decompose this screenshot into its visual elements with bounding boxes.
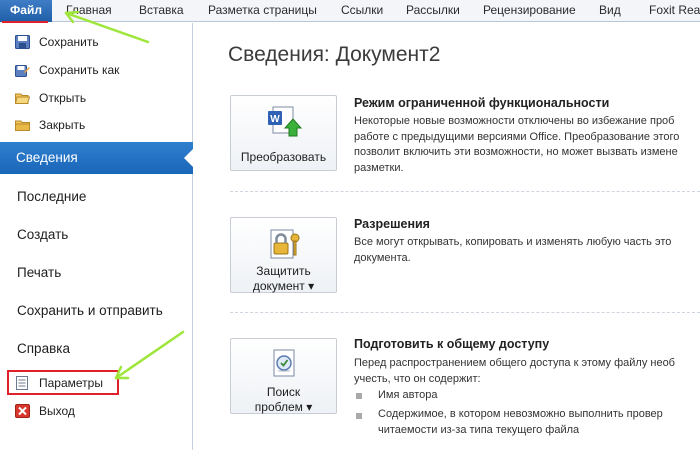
permissions-text: Все могут открывать, копировать и изменя… (354, 235, 700, 266)
restricted-mode-line: позволит включить эти возможности, но мо… (354, 146, 678, 158)
tab-mailings[interactable]: Рассылки (406, 0, 460, 22)
tab-home[interactable]: Главная (66, 0, 112, 22)
page-title: Сведения: Документ2 (228, 43, 441, 66)
info-pane: Сведения: Документ2 W Преобразовать Режи… (194, 23, 700, 450)
nav-item-info-label: Сведения (16, 150, 78, 165)
nav-item-save-and-send[interactable]: Сохранить и отправить (17, 303, 163, 318)
tab-review[interactable]: Рецензирование (483, 0, 576, 22)
convert-document-icon: W (268, 106, 303, 137)
tab-insert[interactable]: Вставка (139, 0, 184, 22)
protect-document-label-2: документ ▾ (252, 279, 315, 293)
save-as-icon (15, 65, 30, 77)
selected-pointer-icon (184, 148, 194, 168)
tab-references[interactable]: Ссылки (341, 0, 383, 22)
tab-view[interactable]: Вид (599, 0, 621, 22)
bullet-marker (356, 393, 362, 399)
nav-item-create[interactable]: Создать (17, 227, 68, 242)
prepare-sharing-line: учесть, что он содержит: (354, 372, 481, 385)
svg-text:W: W (270, 114, 280, 125)
options-highlight-box (7, 370, 119, 395)
restricted-mode-title: Режим ограниченной функциональности (354, 96, 610, 110)
check-issues-label-1: Поиск (266, 385, 301, 399)
nav-item-info[interactable]: Сведения (0, 142, 194, 174)
convert-button[interactable]: W Преобразовать (230, 95, 337, 171)
tab-page-layout[interactable]: Разметка страницы (208, 0, 317, 22)
open-label: Открыть (39, 91, 87, 105)
save-label: Сохранить (39, 35, 99, 49)
prepare-sharing-text: Перед распространением общего доступа к … (354, 356, 700, 387)
protect-document-button[interactable]: Защитить документ ▾ (230, 217, 337, 293)
prepare-sharing-line: Перед распространением общего доступа к … (354, 357, 675, 369)
bullet-line: читаемости из-за типа текущего файла (378, 423, 580, 436)
save-as-label: Сохранить как (39, 63, 120, 77)
exit-label: Выход (39, 404, 75, 418)
tab-file[interactable]: Файл (0, 0, 52, 22)
permissions-line: документа. (354, 251, 411, 264)
protect-document-icon (270, 229, 300, 259)
check-issues-button[interactable]: Поиск проблем ▾ (230, 338, 337, 414)
restricted-mode-line: Некоторые новые возможности отключены во… (354, 115, 675, 127)
permissions-line: Все могут открывать, копировать и изменя… (354, 236, 672, 248)
section-divider (230, 312, 700, 313)
backstage-left-nav: Сохранить Сохранить как Открыть Закрыть … (0, 23, 194, 450)
bullet-line: Содержимое, в котором невозможно выполни… (378, 408, 663, 420)
nav-item-help[interactable]: Справка (17, 341, 70, 356)
check-issues-label-2: проблем ▾ (254, 400, 313, 414)
open-folder-icon (15, 93, 30, 104)
permissions-title: Разрешения (354, 217, 430, 231)
bullet-marker (356, 413, 362, 419)
convert-button-label: Преобразовать (240, 150, 327, 164)
nav-item-print[interactable]: Печать (17, 265, 61, 280)
check-issues-icon (273, 349, 295, 377)
protect-document-label-1: Защитить (256, 264, 311, 278)
nav-item-recent[interactable]: Последние (17, 189, 86, 204)
bullet-author-name: Имя автора (378, 388, 700, 404)
close-label: Закрыть (39, 118, 86, 132)
exit-icon (15, 404, 30, 418)
prepare-sharing-title: Подготовить к общему доступу (354, 337, 550, 351)
restricted-mode-line: работе с предыдущими версиями Office. Пр… (354, 130, 680, 143)
save-icon (15, 35, 30, 49)
bullet-line: Имя автора (378, 389, 438, 401)
ribbon-tab-bar: Файл Главная Вставка Разметка страницы С… (0, 0, 700, 24)
bullet-unreadable-content: Содержимое, в котором невозможно выполни… (378, 407, 700, 438)
section-divider (230, 191, 700, 192)
restricted-mode-line: разметки. (354, 161, 404, 174)
restricted-mode-text: Некоторые новые возможности отключены во… (354, 114, 700, 176)
close-folder-icon (15, 120, 30, 131)
tab-foxit-reader[interactable]: Foxit Reader (649, 0, 700, 22)
